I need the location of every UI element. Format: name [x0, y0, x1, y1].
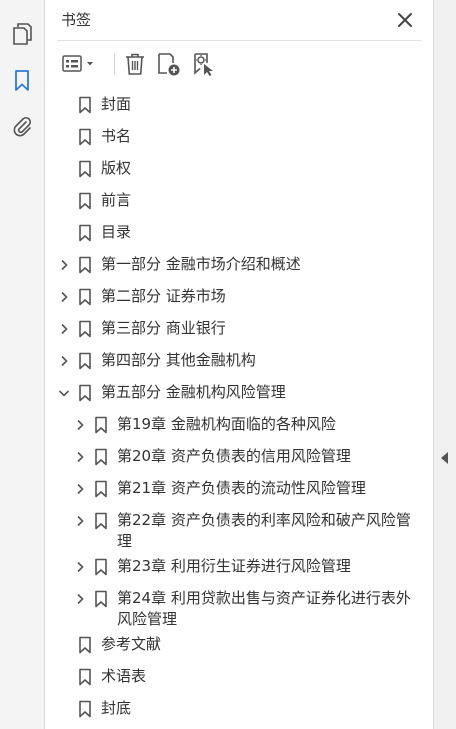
bookmark-item[interactable]: 术语表 [45, 666, 433, 688]
bookmark-item[interactable]: 书名 [45, 126, 433, 148]
options-menu-icon [62, 55, 93, 72]
close-panel-button[interactable] [395, 10, 415, 30]
bookmark-item[interactable]: 第24章 利用贷款出售与资产证券化进行表外风险管理 [45, 588, 433, 632]
bookmark-item[interactable]: 封面 [45, 94, 433, 116]
delete-icon [126, 53, 144, 75]
bookmark-icon [79, 160, 91, 178]
bookmark-item[interactable]: 目录 [45, 222, 433, 244]
bookmark-icon [95, 590, 107, 608]
chevron-right-icon[interactable] [74, 593, 86, 605]
bookmark-icon [79, 700, 91, 718]
bookmark-item[interactable]: 参考文献 [45, 634, 433, 656]
chevron-right-icon[interactable] [58, 259, 70, 271]
bookmark-item[interactable]: 第二部分 证券市场 [45, 286, 433, 308]
bookmark-icon [15, 70, 29, 91]
bookmark-item[interactable]: 第五部分 金融机构风险管理 [45, 382, 433, 404]
bookmark-item[interactable]: 封底 [45, 698, 433, 720]
bookmark-item[interactable]: 前言 [45, 190, 433, 212]
new-bookmark-from-selection-button[interactable] [191, 51, 217, 77]
chevron-right-icon[interactable] [58, 323, 70, 335]
bookmark-icon [79, 128, 91, 146]
bookmark-icon [79, 384, 91, 402]
bookmark-item[interactable]: 第22章 资产负债表的利率风险和破产风险管理 [45, 510, 433, 554]
panel-title: 书签 [61, 11, 92, 29]
pages-icon [13, 23, 32, 45]
bookmark-label: 术语表 [101, 667, 147, 685]
toolbar-separator [114, 53, 115, 75]
bookmark-label: 第19章 金融机构面临的各种风险 [117, 415, 336, 433]
chevron-down-icon[interactable] [58, 387, 70, 399]
new-bookmark-button[interactable] [156, 51, 182, 77]
bookmark-icon [95, 448, 107, 466]
delete-bookmark-button[interactable] [123, 51, 147, 77]
bookmark-label: 第二部分 证券市场 [101, 287, 226, 305]
bookmark-item[interactable]: 第一部分 金融市场介绍和概述 [45, 254, 433, 276]
bookmark-item[interactable]: 版权 [45, 158, 433, 180]
bookmark-label: 目录 [101, 223, 132, 241]
bookmark-icon [79, 668, 91, 686]
bookmark-icon [79, 192, 91, 210]
bookmark-icon [79, 352, 91, 370]
bookmark-item[interactable]: 第19章 金融机构面临的各种风险 [45, 414, 433, 436]
attachments-panel-button[interactable] [8, 112, 36, 140]
bookmark-label: 第22章 资产负债表的利率风险和破产风险管理 [117, 511, 411, 550]
navigation-rail [0, 0, 45, 729]
bookmark-label: 参考文献 [101, 635, 162, 653]
bookmark-icon [79, 224, 91, 242]
bookmark-label: 第一部分 金融市场介绍和概述 [101, 255, 301, 273]
bookmark-icon [79, 96, 91, 114]
bookmark-item[interactable]: 第21章 资产负债表的流动性风险管理 [45, 478, 433, 500]
bookmark-icon [95, 416, 107, 434]
bookmark-icon [79, 288, 91, 306]
bookmarks-panel-button[interactable] [8, 67, 36, 95]
close-icon [398, 13, 412, 27]
bookmark-label: 第20章 资产负债表的信用风险管理 [117, 447, 351, 465]
chevron-right-icon[interactable] [74, 419, 86, 431]
bookmarks-panel: 书签 封面 书名 版权 前言 目录 第一部分 金融市场介绍和概述 第二部分 证券… [45, 0, 433, 729]
bookmark-icon [79, 636, 91, 654]
chevron-right-icon[interactable] [74, 483, 86, 495]
bookmark-label: 第24章 利用贷款出售与资产证券化进行表外风险管理 [117, 589, 411, 628]
bookmark-label: 封底 [101, 699, 132, 717]
bookmarks-toolbar [57, 40, 421, 87]
pages-panel-button[interactable] [8, 20, 36, 48]
bookmark-item[interactable]: 第四部分 其他金融机构 [45, 350, 433, 372]
chevron-right-icon[interactable] [58, 355, 70, 367]
attachment-icon [13, 116, 32, 137]
bookmark-icon [95, 558, 107, 576]
panel-collapse-strip[interactable] [433, 0, 456, 729]
chevron-right-icon[interactable] [74, 515, 86, 527]
bookmark-icon [95, 512, 107, 530]
bookmark-icon [79, 256, 91, 274]
chevron-right-icon[interactable] [74, 451, 86, 463]
bookmark-item[interactable]: 第23章 利用衍生证券进行风险管理 [45, 556, 433, 578]
collapse-arrow-icon[interactable] [441, 452, 449, 464]
new-bookmark-icon [158, 53, 180, 76]
bookmark-icon [79, 320, 91, 338]
chevron-right-icon[interactable] [58, 291, 70, 303]
bookmark-label: 前言 [101, 191, 132, 209]
bookmark-label: 第三部分 商业银行 [101, 319, 226, 337]
options-menu-button[interactable] [61, 51, 101, 77]
chevron-right-icon[interactable] [74, 561, 86, 573]
bookmark-label: 封面 [101, 95, 132, 113]
bookmark-item[interactable]: 第20章 资产负债表的信用风险管理 [45, 446, 433, 468]
panel-header: 书签 [45, 0, 433, 40]
bookmark-label: 第21章 资产负债表的流动性风险管理 [117, 479, 366, 497]
bookmark-item[interactable]: 第三部分 商业银行 [45, 318, 433, 340]
bookmark-label: 第四部分 其他金融机构 [101, 351, 256, 369]
bookmark-from-selection-icon [194, 53, 213, 76]
bookmark-label: 第23章 利用衍生证券进行风险管理 [117, 557, 351, 575]
bookmark-icon [95, 480, 107, 498]
bookmark-label: 书名 [101, 127, 132, 145]
bookmark-label: 第五部分 金融机构风险管理 [101, 383, 286, 401]
bookmark-label: 版权 [101, 159, 132, 177]
